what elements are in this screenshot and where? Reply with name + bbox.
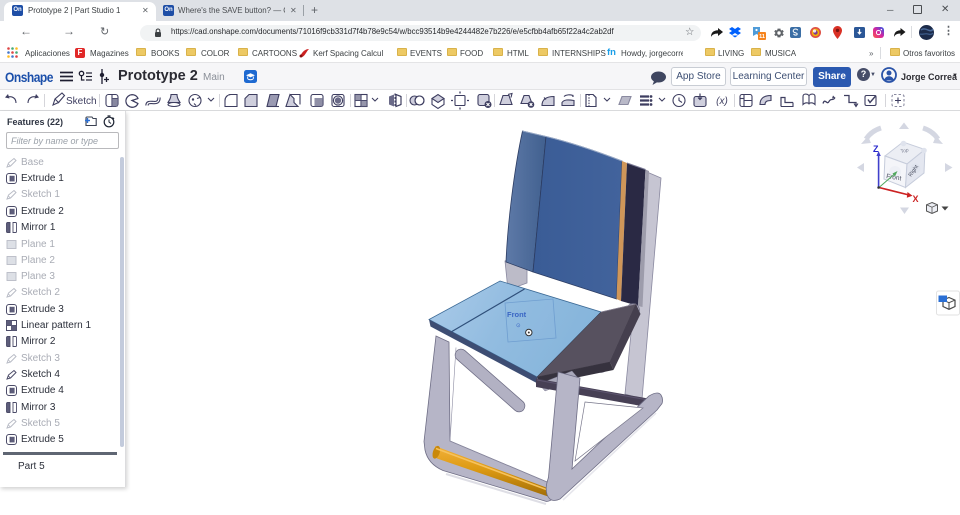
svg-text:Z: Z — [873, 144, 879, 154]
svg-text:Front: Front — [507, 310, 527, 319]
svg-text:X: X — [913, 194, 919, 204]
svg-text:⊙: ⊙ — [516, 323, 521, 329]
